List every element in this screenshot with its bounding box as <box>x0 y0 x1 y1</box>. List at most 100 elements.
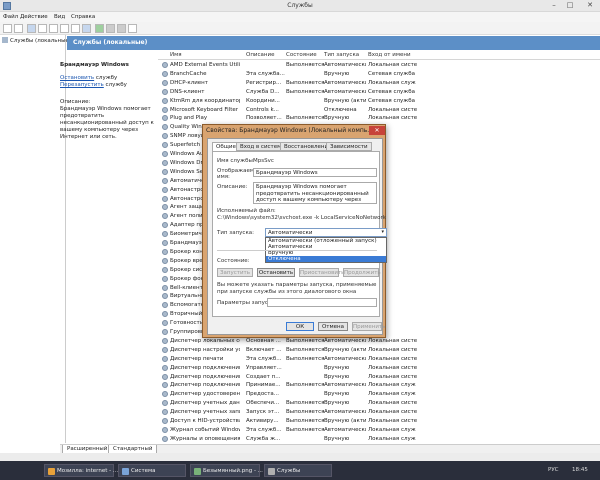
service-startup-type: Вручную <box>324 373 350 380</box>
menu-view[interactable]: Вид <box>54 14 65 20</box>
stop-service-link[interactable]: Остановить <box>60 75 94 81</box>
clock[interactable]: 18:45 <box>572 467 588 473</box>
service-startup-type: Автоматически ... <box>324 382 366 389</box>
forward-icon[interactable] <box>14 24 23 33</box>
gear-icon <box>162 142 168 149</box>
column-logon-as[interactable]: Вход от имени <box>368 52 411 58</box>
list-icon[interactable] <box>38 24 47 33</box>
tree-item-services-local[interactable]: Службы (локальные) <box>2 37 71 44</box>
display-name-label: Отображаемое имя: <box>217 168 261 180</box>
restart-service-icon[interactable] <box>128 24 137 33</box>
service-startup-type: Автоматически <box>324 88 366 95</box>
status-bar <box>0 453 600 461</box>
refresh-icon[interactable] <box>49 24 58 33</box>
service-description: Включает ... <box>246 346 282 353</box>
stop-button[interactable]: Остановить <box>257 268 295 277</box>
service-logon: Локальная систе <box>368 364 418 371</box>
help-icon[interactable] <box>71 24 80 33</box>
menu-action[interactable]: Действие <box>20 14 48 20</box>
service-description: Предоста... <box>246 391 280 398</box>
show-tree-icon[interactable] <box>27 24 36 33</box>
restart-service-link[interactable]: Перезапустить <box>60 82 104 88</box>
service-state: Выполняется <box>286 382 325 389</box>
service-state: Выполняется <box>286 355 325 362</box>
startup-option[interactable]: Отключена <box>266 256 386 262</box>
service-startup-type: Отключена <box>324 106 357 113</box>
column-description[interactable]: Описание <box>246 52 274 58</box>
service-startup-type: Вручную <box>324 391 350 398</box>
taskbar-system[interactable]: Система <box>118 464 186 477</box>
service-description: Позволяет... <box>246 115 282 122</box>
dialog-close-button[interactable]: ✕ <box>369 126 385 135</box>
service-state: Выполняется <box>286 400 325 407</box>
gear-icon <box>162 97 168 104</box>
service-logon: Локальная систе <box>368 400 418 407</box>
ok-button[interactable]: ОК <box>286 322 314 331</box>
pause-service-icon[interactable] <box>117 24 126 33</box>
service-logon: Локальная систе <box>368 373 418 380</box>
service-description: Принимае... <box>246 382 281 389</box>
service-description: Координи... <box>246 97 280 104</box>
back-icon[interactable] <box>3 24 12 33</box>
service-logon: Локальная служ <box>368 79 416 86</box>
export-icon[interactable] <box>60 24 69 33</box>
service-startup-type: Автоматически <box>324 355 366 362</box>
gear-icon <box>162 346 168 353</box>
table-row[interactable]: Журналы и оповещения п... Служба ж... Вруч… <box>158 434 600 444</box>
properties-icon[interactable] <box>82 24 91 33</box>
service-name: Microsoft Keyboard Filter <box>170 106 239 113</box>
service-name: Plug and Play <box>170 115 208 122</box>
service-startup-type: Автоматически <box>324 79 366 86</box>
pause-button[interactable]: Приостановить <box>299 268 344 277</box>
menu-help[interactable]: Справка <box>71 14 95 20</box>
start-service-icon[interactable] <box>95 24 104 33</box>
taskbar-firefox[interactable]: Мозилла: internet - ... <box>44 464 118 477</box>
cancel-button[interactable]: Отмена <box>318 322 348 331</box>
tab-dependencies[interactable]: Зависимости <box>326 142 372 151</box>
service-logon: Локальная служ <box>368 382 416 389</box>
window-titlebar: Службы – □ ✕ <box>0 0 600 12</box>
service-logon: Локальная систе <box>368 62 418 68</box>
properties-dialog: Свойства: Брандмауэр Windows (Локальный … <box>202 124 387 338</box>
startup-type-label: Тип запуска: <box>217 230 254 236</box>
resume-button[interactable]: Продолжить <box>343 268 381 277</box>
maximize-button[interactable]: □ <box>562 0 578 11</box>
tree-pane: Службы (локальные) <box>0 35 71 443</box>
service-description: Регистрир... <box>246 79 282 86</box>
service-description: Controls k... <box>246 106 279 113</box>
service-name: Диспетчер подключений ... <box>170 364 240 371</box>
service-description: Активиру... <box>246 418 279 424</box>
gear-icon <box>162 302 168 309</box>
startup-type-select[interactable]: Автоматически ▾ <box>265 228 387 237</box>
gear-icon <box>162 293 168 300</box>
language-indicator[interactable]: РУС <box>548 467 559 473</box>
close-button[interactable]: ✕ <box>580 0 600 11</box>
service-logon: Сетевая служба <box>368 97 415 104</box>
taskbar-services[interactable]: Службы <box>264 464 332 477</box>
gear-icon <box>162 186 168 193</box>
pane-header-title: Службы (локальные) <box>73 39 148 46</box>
column-startup-type[interactable]: Тип запуска <box>324 52 359 58</box>
gear-icon <box>162 355 168 362</box>
service-state: Выполняется <box>286 115 325 122</box>
description-pane: Брандмауэр Windows Остановить службу Пер… <box>60 62 156 141</box>
apply-button[interactable]: Применить <box>352 322 385 331</box>
stop-service-icon[interactable] <box>106 24 115 33</box>
gear-icon <box>162 409 168 416</box>
gear-icon <box>162 151 168 157</box>
gear-icon <box>162 115 168 122</box>
display-name-field[interactable]: Брандмауэр Windows <box>253 168 377 177</box>
taskbar-paint[interactable]: Безымянный.png - ... <box>190 464 263 477</box>
service-startup-type: Вручную (актив... <box>324 418 366 424</box>
column-state[interactable]: Состояние <box>286 52 317 58</box>
service-name: DHCP-клиент <box>170 79 208 86</box>
gear-icon <box>162 106 168 113</box>
gear-icon <box>162 284 168 291</box>
menu-file[interactable]: Файл <box>3 14 18 20</box>
start-button[interactable]: Запустить <box>217 268 253 277</box>
gear-icon <box>162 400 168 407</box>
column-name[interactable]: Имя <box>170 52 182 58</box>
minimize-button[interactable]: – <box>546 0 562 11</box>
params-input[interactable] <box>267 298 377 307</box>
description-field[interactable]: Брандмауэр Windows помогает предотвратит… <box>253 182 377 204</box>
